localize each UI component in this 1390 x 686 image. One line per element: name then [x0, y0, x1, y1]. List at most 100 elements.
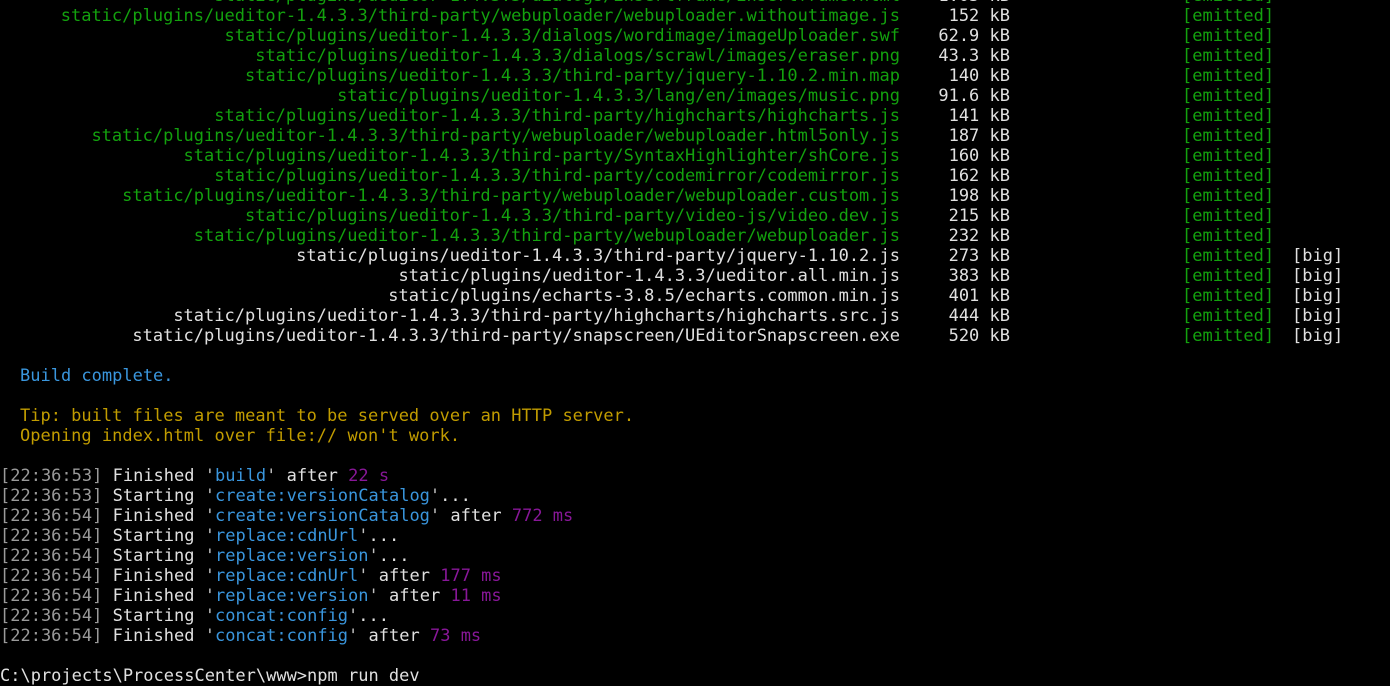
asset-name: static/plugins/ueditor-1.4.3.3/third-par…	[173, 306, 900, 326]
log-verb: Finished	[112, 506, 195, 526]
asset-row: static/plugins/ueditor-1.4.3.3/third-par…	[0, 6, 1390, 26]
log-timestamp: [22:36:54]	[0, 546, 103, 566]
asset-row: static/plugins/echarts-3.8.5/echarts.com…	[0, 286, 1390, 306]
log-timestamp: [22:36:54]	[0, 586, 103, 606]
asset-status: [emitted]	[1182, 46, 1275, 66]
log-verb: Starting	[112, 486, 195, 506]
asset-size: 198 kB	[948, 186, 1010, 206]
asset-status: [emitted]	[1182, 306, 1275, 326]
asset-status: [emitted]	[1182, 186, 1275, 206]
log-verb: Finished	[112, 566, 195, 586]
asset-name: static/plugins/ueditor-1.4.3.3/third-par…	[193, 226, 900, 246]
log-row: [22:36:54] Finished 'replace:cdnUrl' aft…	[0, 566, 502, 586]
log-task-name: create:versionCatalog	[214, 486, 430, 506]
log-task-name: replace:version	[214, 546, 369, 566]
task-log: [22:36:53] Finished 'build' after 22 s [2…	[0, 466, 1390, 646]
log-verb: Starting	[112, 526, 195, 546]
asset-row: static/plugins/ueditor-1.4.3.3/third-par…	[0, 186, 1390, 206]
asset-size: 141 kB	[948, 106, 1010, 126]
log-timestamp: [22:36:53]	[0, 486, 103, 506]
asset-row: static/plugins/ueditor-1.4.3.3/third-par…	[0, 246, 1390, 266]
asset-size: 273 kB	[948, 246, 1010, 266]
asset-size: 162 kB	[948, 166, 1010, 186]
asset-size: 232 kB	[948, 226, 1010, 246]
asset-row: static/plugins/ueditor-1.4.3.3/third-par…	[0, 206, 1390, 226]
build-complete-message: Build complete.	[20, 366, 174, 386]
asset-status: [emitted]	[1182, 226, 1275, 246]
asset-status: [emitted]	[1182, 66, 1275, 86]
asset-size: 215 kB	[948, 206, 1010, 226]
asset-row: static/plugins/ueditor-1.4.3.3/dialogs/w…	[0, 26, 1390, 46]
asset-name: static/plugins/ueditor-1.4.3.3/third-par…	[214, 106, 900, 126]
terminal-window[interactable]: static/plugins/ueditor-1.4.3.3/dialogs/i…	[0, 0, 1390, 686]
asset-status: [emitted]	[1182, 246, 1275, 266]
asset-size: 152 kB	[948, 6, 1010, 26]
log-row: [22:36:54] Finished 'replace:version' af…	[0, 586, 502, 606]
log-duration: 11 ms	[450, 586, 502, 606]
asset-big-flag: [big]	[1292, 266, 1344, 286]
asset-name: static/plugins/ueditor-1.4.3.3/dialogs/s…	[255, 46, 900, 66]
log-timestamp: [22:36:54]	[0, 606, 103, 626]
command-prompt[interactable]: C:\projects\ProcessCenter\www>npm run de…	[0, 666, 1390, 686]
asset-name: static/plugins/ueditor-1.4.3.3/lang/en/i…	[337, 86, 900, 106]
tip-message-line-1: Tip: built files are meant to be served …	[20, 406, 635, 426]
log-verb: Starting	[112, 606, 195, 626]
log-verb: Finished	[112, 586, 195, 606]
asset-big-flag: [big]	[1292, 246, 1344, 266]
asset-name: static/plugins/ueditor-1.4.3.3/third-par…	[132, 326, 900, 346]
asset-row: static/plugins/ueditor-1.4.3.3/third-par…	[0, 66, 1390, 86]
log-suffix: ...	[440, 486, 471, 506]
log-row: [22:36:54] Finished 'concat:config' afte…	[0, 626, 482, 646]
log-row: [22:36:54] Finished 'create:versionCatal…	[0, 506, 574, 526]
asset-status: [emitted]	[1182, 146, 1275, 166]
log-suffix: ...	[378, 546, 410, 566]
asset-size: 140 kB	[948, 66, 1010, 86]
log-suffix: after	[368, 626, 420, 646]
asset-row: static/plugins/ueditor-1.4.3.3/third-par…	[0, 306, 1390, 326]
asset-status: [emitted]	[1182, 86, 1275, 106]
log-timestamp: [22:36:54]	[0, 626, 103, 646]
asset-size: 383 kB	[948, 266, 1010, 286]
asset-name: static/plugins/ueditor-1.4.3.3/third-par…	[183, 146, 900, 166]
log-duration: 772 ms	[511, 506, 574, 526]
asset-name: static/plugins/ueditor-1.4.3.3/third-par…	[60, 6, 900, 26]
asset-big-flag: [big]	[1292, 286, 1344, 306]
asset-big-flag: [big]	[1292, 306, 1344, 326]
log-suffix: after	[286, 466, 338, 486]
asset-status: [emitted]	[1182, 166, 1275, 186]
asset-status: [emitted]	[1182, 286, 1275, 306]
log-task-name: build	[214, 466, 267, 486]
log-suffix: ...	[358, 606, 390, 626]
log-task-name: create:versionCatalog	[214, 506, 430, 526]
tip-message-line-2: Opening index.html over file:// won't wo…	[20, 426, 461, 446]
log-task-name: replace:cdnUrl	[214, 526, 359, 546]
log-row: [22:36:54] Starting 'replace:cdnUrl'...	[0, 526, 400, 546]
asset-name: static/plugins/echarts-3.8.5/echarts.com…	[388, 286, 900, 306]
log-duration: 73 ms	[429, 626, 482, 646]
asset-name: static/plugins/ueditor-1.4.3.3/third-par…	[244, 66, 900, 86]
log-verb: Starting	[112, 546, 195, 566]
asset-size: 401 kB	[948, 286, 1010, 306]
log-row: [22:36:53] Starting 'create:versionCatal…	[0, 486, 471, 506]
asset-status: [emitted]	[1182, 6, 1275, 26]
asset-status: [emitted]	[1182, 26, 1275, 46]
log-timestamp: [22:36:54]	[0, 506, 103, 526]
log-task-name: replace:cdnUrl	[214, 566, 359, 586]
log-task-name: concat:config	[214, 626, 349, 646]
asset-table: static/plugins/ueditor-1.4.3.3/dialogs/i…	[0, 0, 1390, 346]
log-timestamp: [22:36:54]	[0, 566, 103, 586]
log-task-name: replace:version	[214, 586, 369, 606]
asset-row: static/plugins/ueditor-1.4.3.3/third-par…	[0, 226, 1390, 246]
asset-name: static/plugins/ueditor-1.4.3.3/third-par…	[244, 206, 900, 226]
asset-name: static/plugins/ueditor-1.4.3.3/third-par…	[122, 186, 900, 206]
asset-row: static/plugins/ueditor-1.4.3.3/third-par…	[0, 166, 1390, 186]
asset-row: static/plugins/ueditor-1.4.3.3/lang/en/i…	[0, 86, 1390, 106]
log-suffix: after	[389, 586, 441, 606]
log-row: [22:36:54] Starting 'concat:config'...	[0, 606, 390, 626]
log-timestamp: [22:36:54]	[0, 526, 103, 546]
log-row: [22:36:54] Starting 'replace:version'...	[0, 546, 410, 566]
asset-big-flag: [big]	[1292, 326, 1344, 346]
asset-name: static/plugins/ueditor-1.4.3.3/third-par…	[296, 246, 900, 266]
